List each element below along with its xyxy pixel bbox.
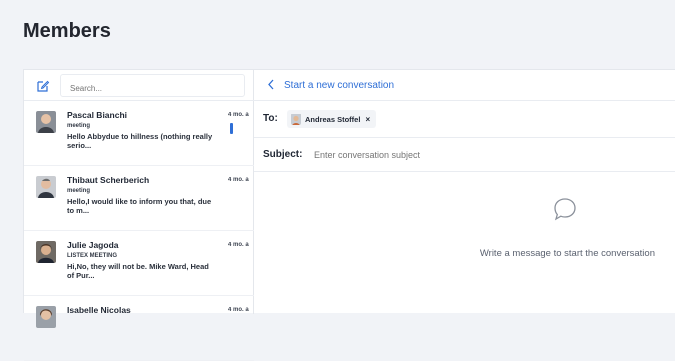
conversation-item[interactable]: Julie Jagoda LISTEX MEETING Hi,No, they …	[24, 231, 254, 296]
avatar	[36, 176, 56, 198]
contact-name: Isabelle Nicolas	[67, 305, 131, 315]
list-toolbar	[24, 70, 254, 101]
conversation-subject: meeting	[67, 188, 91, 194]
empty-state-message: Write a message to start the conversatio…	[479, 248, 655, 259]
conversation-subject: meeting	[67, 123, 91, 129]
chevron-left-icon[interactable]	[267, 79, 275, 93]
remove-recipient-button[interactable]: ×	[365, 115, 370, 124]
timestamp: 4 mo. a	[228, 307, 249, 313]
to-label: To:	[263, 113, 278, 124]
timestamp: 4 mo. a	[228, 242, 249, 248]
compose-pane: Start a new conversation To: Andreas Sto…	[254, 70, 675, 314]
recipient-name: Andreas Stoffel	[305, 114, 361, 124]
compose-header[interactable]: Start a new conversation	[254, 70, 675, 101]
conversation-subject: LISTEX MEETING	[67, 253, 118, 259]
conversation-item[interactable]: Isabelle Nicolas 4 mo. a	[24, 296, 254, 361]
subject-row: Subject:	[254, 138, 675, 172]
compose-icon[interactable]	[36, 79, 50, 93]
timestamp: 4 mo. a	[228, 112, 249, 118]
subject-input[interactable]	[314, 145, 664, 165]
avatar	[36, 111, 56, 133]
conversation-list: Pascal Bianchi meeting Hello Abbydue to …	[24, 101, 254, 361]
messages-panel: Pascal Bianchi meeting Hello Abbydue to …	[23, 69, 675, 361]
contact-name: Thibaut Scherberich	[67, 175, 150, 185]
contact-name: Pascal Bianchi	[67, 110, 128, 120]
recipient-row: To: Andreas Stoffel ×	[254, 101, 675, 138]
search-input[interactable]	[60, 74, 245, 97]
page-title: Members	[23, 20, 111, 42]
chat-bubble-icon	[552, 196, 578, 222]
recipient-chip[interactable]: Andreas Stoffel ×	[287, 110, 377, 128]
conversation-item[interactable]: Thibaut Scherberich meeting Hello,I woul…	[24, 166, 254, 231]
timestamp: 4 mo. a	[228, 177, 249, 183]
subject-label: Subject:	[263, 149, 303, 160]
message-preview: Hello Abbydue to hillness (nothing reall…	[67, 132, 213, 150]
unread-indicator	[230, 123, 233, 134]
avatar	[291, 113, 301, 125]
conversation-item[interactable]: Pascal Bianchi meeting Hello Abbydue to …	[24, 101, 254, 166]
message-preview: Hi,No, they will not be. Mike Ward, Head…	[67, 262, 209, 280]
contact-name: Julie Jagoda	[67, 240, 119, 250]
message-preview: Hello,I would like to inform you that, d…	[67, 197, 212, 215]
back-link[interactable]: Start a new conversation	[284, 80, 394, 91]
avatar	[36, 241, 56, 263]
avatar	[36, 306, 56, 328]
conversation-list-column: Pascal Bianchi meeting Hello Abbydue to …	[24, 70, 254, 361]
